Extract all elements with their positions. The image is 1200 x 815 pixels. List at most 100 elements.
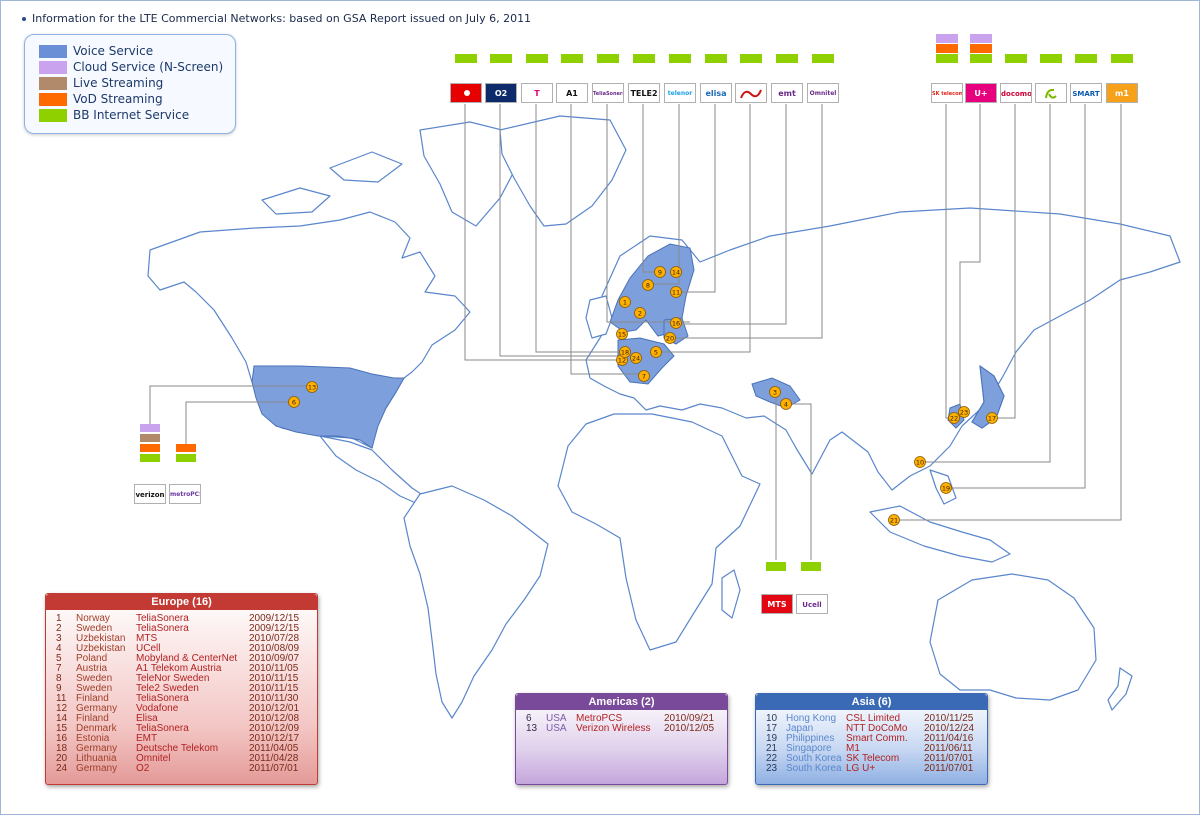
map-marker-10[interactable]: 10 (914, 456, 926, 468)
map-marker-22[interactable]: 22 (948, 412, 960, 424)
map-marker-label: 22 (950, 415, 958, 423)
map-marker-14[interactable]: 14 (670, 266, 682, 278)
map-marker-15[interactable]: 15 (616, 328, 628, 340)
map-marker-23[interactable]: 23 (958, 406, 970, 418)
map-marker-18[interactable]: 18 (619, 346, 631, 358)
europe-table-title: Europe (16) (46, 594, 317, 610)
map-marker-label: 18 (621, 349, 629, 357)
map-marker-label: 9 (658, 269, 662, 277)
bb-bar-m1 (1111, 54, 1133, 63)
map-marker-8[interactable]: 8 (642, 279, 654, 291)
telekom-logo[interactable]: T (521, 83, 553, 103)
map-marker-label: 16 (672, 320, 680, 328)
asia-table-body: 10 Hong Kong CSL Limited 2010/11/25 17 Japan N… (756, 710, 987, 774)
asia-table-title: Asia (6) (756, 694, 987, 710)
docomo-logo[interactable]: docomo (1000, 83, 1032, 103)
sktelecom-logo[interactable]: SK telecom (931, 83, 963, 103)
ucell-logo[interactable]: Ucell (796, 594, 828, 614)
asia-cell-operator: LG U+ (846, 763, 876, 774)
map-marker-5[interactable]: 5 (650, 346, 662, 358)
map-marker-11[interactable]: 11 (670, 286, 682, 298)
europe-cell-date: 2011/07/01 (249, 763, 299, 774)
vod-bar-verizon (140, 444, 160, 452)
map-marker-label: 13 (308, 384, 316, 392)
map-marker-13[interactable]: 13 (306, 381, 318, 393)
europe-cell-country: Germany (76, 763, 118, 774)
tele2-logo[interactable]: TELE2 (628, 83, 660, 103)
map-marker-16[interactable]: 16 (670, 317, 682, 329)
emt-logo[interactable]: emt (771, 83, 803, 103)
madagascar (721, 569, 741, 619)
bb-bar-verizon (140, 454, 160, 462)
bb-bar-csl (1040, 54, 1062, 63)
metropcs-logo[interactable]: metroPCS (169, 484, 201, 504)
south-america-landmass (403, 485, 549, 719)
bb-bar-telenor (669, 54, 691, 63)
bb-bar-mobyland (740, 54, 762, 63)
australia-landmass (929, 573, 1097, 701)
bb-bar-ucell (801, 562, 821, 571)
bb-bar-smart (1075, 54, 1097, 63)
europe-cell-num: 24 (56, 763, 68, 774)
new-zealand (1107, 667, 1133, 711)
bb-bar-teliasonera (597, 54, 619, 63)
map-marker-20[interactable]: 20 (664, 332, 676, 344)
map-marker-label: 3 (773, 389, 777, 397)
americas-cell-num: 13 (526, 723, 538, 734)
map-marker-label: 17 (988, 415, 996, 423)
map-marker-label: 10 (916, 459, 924, 467)
map-marker-label: 20 (666, 335, 674, 343)
vodafone-logo[interactable] (450, 83, 482, 103)
americas-table: Americas (2) 6 USA MetroPCS 2010/09/21 13 USA… (515, 693, 728, 785)
elisa-logo[interactable]: elisa (700, 83, 732, 103)
cloud-bar-sktelecom (936, 34, 958, 43)
map-marker-label: 23 (960, 409, 968, 417)
bb-bar-o2 (490, 54, 512, 63)
americas-table-body: 6 USA MetroPCS 2010/09/21 13 USA Verizon Wirel… (516, 710, 727, 734)
map-marker-7[interactable]: 7 (638, 370, 650, 382)
map-marker-label: 7 (642, 373, 646, 381)
map-marker-9[interactable]: 9 (654, 266, 666, 278)
map-marker-17[interactable]: 17 (986, 412, 998, 424)
bb-bar-docomo (1005, 54, 1027, 63)
lguplus-logo[interactable]: U+ (965, 83, 997, 103)
map-marker-label: 6 (292, 399, 296, 407)
map-marker-3[interactable]: 3 (769, 386, 781, 398)
map-marker-1[interactable]: 1 (619, 296, 631, 308)
mts-logo[interactable]: MTS (761, 594, 793, 614)
bb-bar-tele2 (633, 54, 655, 63)
omnitel-logo[interactable]: Omnitel (807, 83, 839, 103)
map-marker-4[interactable]: 4 (780, 398, 792, 410)
map-marker-21[interactable]: 21 (888, 514, 900, 526)
map-marker-24[interactable]: 24 (630, 352, 642, 364)
m1-logo[interactable]: m1 (1106, 83, 1138, 103)
map-marker-label: 8 (646, 282, 650, 290)
map-marker-2[interactable]: 2 (634, 307, 646, 319)
o2-logo[interactable]: O2 (485, 83, 517, 103)
vod-bar-metropcs (176, 444, 196, 452)
bb-bar-sktelecom (936, 54, 958, 63)
bb-bar-vodafone (455, 54, 477, 63)
verizon-logo[interactable]: verizon (134, 484, 166, 504)
bb-bar-emt (776, 54, 798, 63)
europe-row: 24 Germany O2 2011/07/01 (46, 764, 317, 774)
americas-cell-country: USA (546, 723, 567, 734)
asia-table: Asia (6) 10 Hong Kong CSL Limited 2010/11/2… (755, 693, 988, 785)
map-marker-label: 15 (618, 331, 626, 339)
teliasonera-logo[interactable]: TeliaSonera (592, 83, 624, 103)
asia-row: 23 South Korea LG U+ 2011/07/01 (756, 764, 987, 774)
map-marker-6[interactable]: 6 (288, 396, 300, 408)
bb-bar-lguplus (970, 54, 992, 63)
telenor-logo[interactable]: telenor (664, 83, 696, 103)
bb-bar-metropcs (176, 454, 196, 462)
csl-logo[interactable] (1035, 83, 1067, 103)
smart-logo[interactable]: SMART (1070, 83, 1102, 103)
cloud-bar-verizon (140, 424, 160, 432)
map-marker-label: 24 (632, 355, 640, 363)
asia-cell-country: South Korea (786, 763, 842, 774)
map-marker-19[interactable]: 19 (940, 482, 952, 494)
cloud-bar-lguplus (970, 34, 992, 43)
mobyland-logo[interactable] (735, 83, 767, 103)
usa-highlight (251, 365, 405, 449)
a1-logo[interactable]: A1 (556, 83, 588, 103)
